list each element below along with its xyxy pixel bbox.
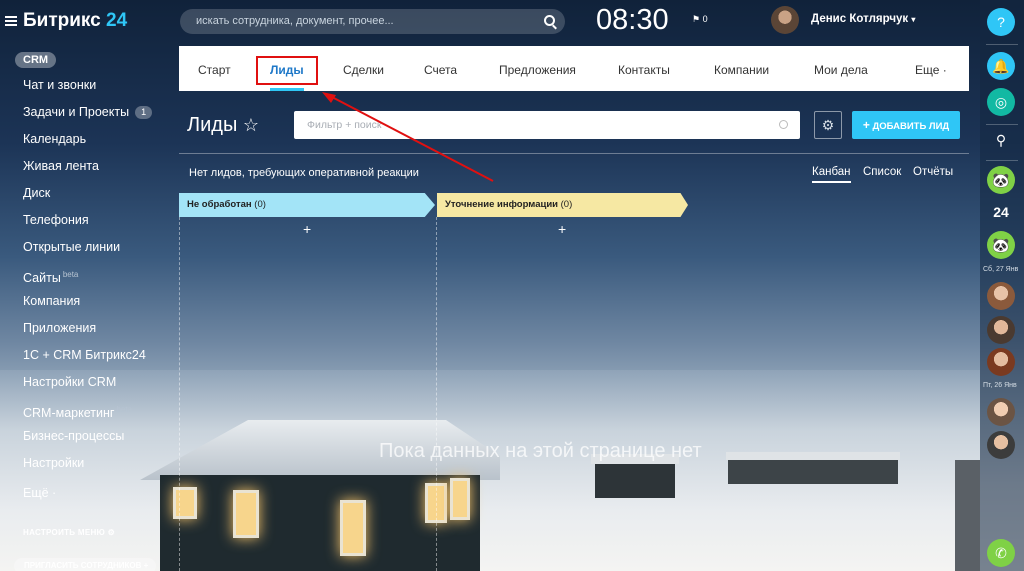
search-icon[interactable]: ⚲	[987, 126, 1015, 154]
chat-icon[interactable]: ◎	[987, 88, 1015, 116]
contact-avatar[interactable]	[987, 282, 1015, 310]
panda-avatar[interactable]: 🐼	[987, 231, 1015, 259]
phone-icon[interactable]: ✆	[987, 539, 1015, 567]
panda-avatar[interactable]: 🐼	[987, 166, 1015, 194]
contact-avatar[interactable]	[987, 316, 1015, 344]
contact-avatar[interactable]	[987, 398, 1015, 426]
annotation-arrow	[322, 92, 494, 182]
help-icon[interactable]: ?	[987, 8, 1015, 36]
right-bar: ? 🔔 ◎ ⚲ 🐼 24 🐼 Сб, 27 Янв Пт, 26 Янв ✆	[980, 0, 1024, 571]
bell-icon[interactable]: 🔔	[987, 52, 1015, 80]
contact-avatar[interactable]	[987, 431, 1015, 459]
b24-badge[interactable]: 24	[987, 198, 1015, 226]
date-label: Пт, 26 Янв	[983, 382, 1017, 389]
date-label: Сб, 27 Янв	[983, 266, 1019, 273]
contact-avatar[interactable]	[987, 348, 1015, 376]
